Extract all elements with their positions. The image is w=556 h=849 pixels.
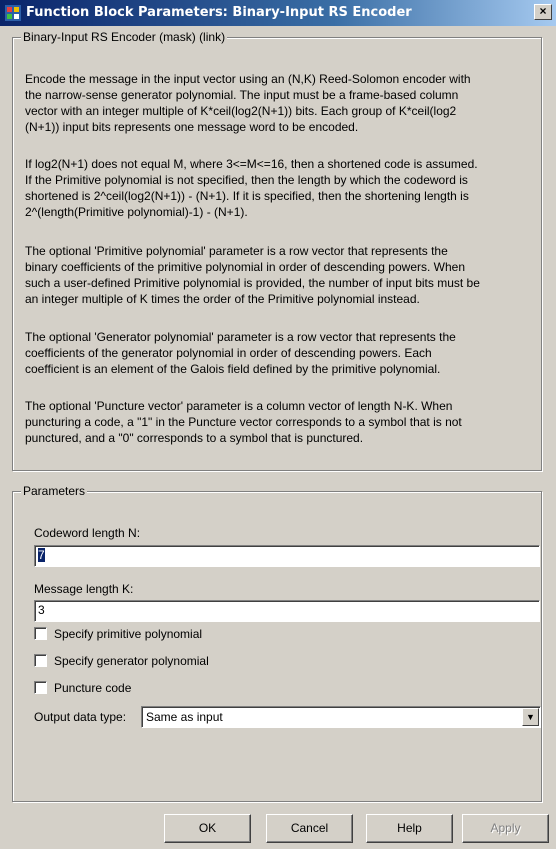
codeword-length-label: Codeword length N: [34, 526, 141, 540]
description-line: puncturing a code, a "1" in the Puncture… [25, 415, 462, 429]
simulink-block-icon [5, 5, 21, 21]
description-paragraph-3: The optional 'Primitive polynomial' para… [25, 243, 533, 307]
codeword-length-input[interactable]: 7 [34, 545, 540, 567]
description-paragraph-4: The optional 'Generator polynomial' para… [25, 329, 533, 377]
description-line: Encode the message in the input vector u… [25, 72, 471, 86]
output-data-type-select[interactable]: Same as input ▼ [141, 706, 541, 728]
description-line: the narrow-sense generator polynomial. T… [25, 88, 459, 102]
description-line: vector with an integer multiple of K*cei… [25, 104, 457, 118]
description-line: The optional 'Primitive polynomial' para… [25, 244, 448, 258]
puncture-code-label[interactable]: Puncture code [54, 680, 131, 696]
chevron-down-icon[interactable]: ▼ [522, 708, 539, 726]
message-length-input[interactable]: 3 [34, 600, 540, 622]
specify-primitive-polynomial-checkbox[interactable] [34, 627, 47, 640]
output-data-type-value: Same as input [146, 710, 223, 724]
help-button[interactable]: Help [366, 814, 453, 843]
description-line: shortened is 2^ceil(log2(N+1)) - (N+1). … [25, 189, 469, 203]
window-title: Function Block Parameters: Binary-Input … [26, 5, 412, 20]
specify-generator-polynomial-checkbox[interactable] [34, 654, 47, 667]
description-paragraph-2: If log2(N+1) does not equal M, where 3<=… [25, 156, 533, 220]
description-line: The optional 'Puncture vector' parameter… [25, 399, 453, 413]
description-line: The optional 'Generator polynomial' para… [25, 330, 456, 344]
cancel-button[interactable]: Cancel [266, 814, 353, 843]
description-line: coefficient is an element of the Galois … [25, 362, 441, 376]
description-paragraph-1: Encode the message in the input vector u… [25, 71, 533, 135]
description-line: (N+1)) input bits represents one message… [25, 120, 359, 134]
close-icon: × [539, 4, 547, 18]
parameters-group-title: Parameters [21, 484, 88, 498]
specify-generator-polynomial-label[interactable]: Specify generator polynomial [54, 653, 209, 669]
apply-button: Apply [462, 814, 549, 843]
specify-primitive-polynomial-label[interactable]: Specify primitive polynomial [54, 626, 202, 642]
description-line: such a user-defined Primitive polynomial… [25, 276, 480, 290]
description-line: 2^(length(Primitive polynomial)-1) - (N+… [25, 205, 248, 219]
ok-button[interactable]: OK [164, 814, 251, 843]
description-paragraph-5: The optional 'Puncture vector' parameter… [25, 398, 533, 446]
description-line: If the Primitive polynomial is not speci… [25, 173, 468, 187]
output-data-type-label: Output data type: [34, 710, 127, 724]
description-line: an integer multiple of K times the order… [25, 292, 420, 306]
description-group-title: Binary-Input RS Encoder (mask) (link) [21, 30, 228, 44]
close-button[interactable]: × [534, 4, 552, 20]
description-group: Binary-Input RS Encoder (mask) (link) En… [12, 30, 542, 471]
puncture-code-checkbox[interactable] [34, 681, 47, 694]
description-line: If log2(N+1) does not equal M, where 3<=… [25, 157, 478, 171]
description-line: coefficients of the generator polynomial… [25, 346, 432, 360]
message-length-label: Message length K: [34, 582, 134, 596]
title-bar[interactable]: Function Block Parameters: Binary-Input … [0, 0, 556, 26]
description-line: punctured, and a "0" corresponds to a sy… [25, 431, 364, 445]
description-line: binary coefficients of the primitive pol… [25, 260, 466, 274]
